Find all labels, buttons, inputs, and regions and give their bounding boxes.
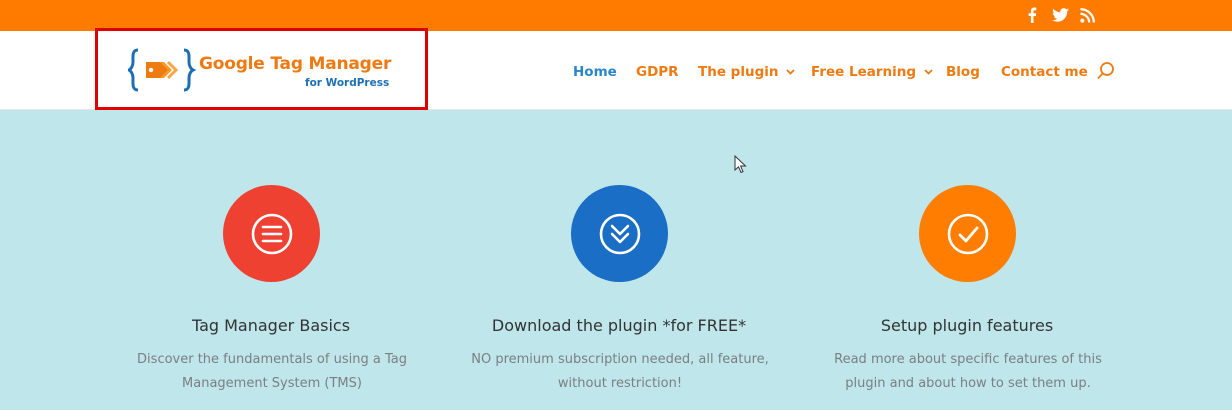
nav-item-label: The plugin [698,64,779,80]
mouse-cursor-icon [734,155,747,174]
feature-description: Discover the fundamentals of using a Tag… [137,352,407,391]
feature-description: Read more about specific features of thi… [834,352,1102,391]
nav-item-contact-me[interactable]: Contact me [1001,63,1088,81]
facebook-icon[interactable] [1022,6,1042,24]
logo-title[interactable]: Google Tag Manager [199,54,391,74]
chevron-down-icon [924,69,933,75]
logo-subtitle: for WordPress [305,77,390,89]
twitter-icon[interactable] [1050,6,1070,24]
double-chevron-down-icon [599,213,640,254]
nav-item-home[interactable]: Home [573,63,617,81]
nav-item-label: Free Learning [811,64,917,80]
top-bar [0,0,1232,31]
feature-icon-circle[interactable] [919,185,1016,282]
feature-icon-circle[interactable] [223,185,320,282]
feature-description: NO premium subscription needed, all feat… [471,352,769,391]
feature-title[interactable]: Download the plugin *for FREE* [445,316,793,335]
tag-braces-logo-icon[interactable] [128,46,198,94]
checkmark-icon [947,213,988,254]
nav-item-label: Contact me [1001,64,1088,80]
feature-title[interactable]: Setup plugin features [793,316,1141,335]
menu-lines-icon [251,213,292,254]
nav-item-label: GDPR [636,64,679,80]
nav-item-the-plugin[interactable]: The plugin [698,63,796,81]
nav-item-free-learning[interactable]: Free Learning [811,63,933,81]
feature-icon-circle[interactable] [571,185,668,282]
logo-highlight-box: Google Tag Manager for WordPress [95,28,428,110]
feature-title[interactable]: Tag Manager Basics [97,316,445,335]
nav-item-blog[interactable]: Blog [946,63,980,81]
chevron-down-icon [786,69,796,75]
nav-item-label: Home [573,64,617,80]
nav-item-gdpr[interactable]: GDPR [636,63,679,81]
search-icon[interactable] [1096,61,1116,81]
nav-item-label: Blog [946,64,980,80]
rss-icon[interactable] [1077,6,1097,24]
